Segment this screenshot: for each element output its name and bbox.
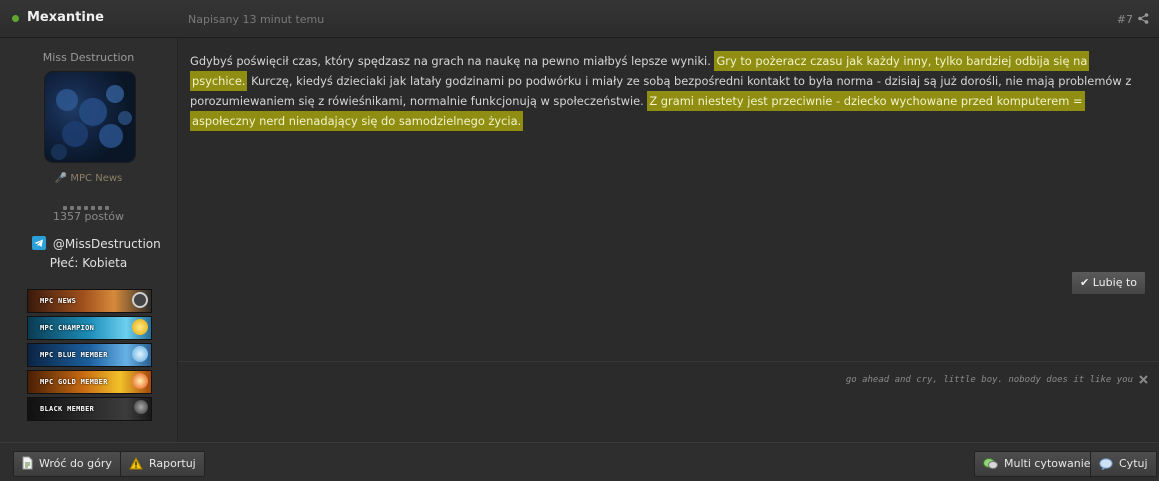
warning-icon xyxy=(129,457,143,470)
back-to-top-label: Wróć do góry xyxy=(39,457,112,470)
globe-icon xyxy=(132,346,148,362)
report-label: Raportuj xyxy=(149,457,196,470)
trophy-icon xyxy=(132,319,148,335)
gender-field: Płeć: Kobieta xyxy=(49,256,128,270)
badge-label: BLACK MEMBER xyxy=(40,405,95,413)
share-icon[interactable] xyxy=(1138,13,1149,24)
multiquote-icon xyxy=(983,458,998,469)
quote-label: Cytuj xyxy=(1119,457,1148,470)
forum-post: Mexantine Napisany 13 minut temu #7 Miss… xyxy=(0,0,1159,481)
telegram-contact[interactable]: @MissDestruction xyxy=(32,236,161,251)
author-name[interactable]: Mexantine xyxy=(27,10,104,25)
document-icon xyxy=(22,456,33,470)
gear-icon xyxy=(134,400,148,414)
badge-mpc-champion: MPC CHAMPION xyxy=(27,316,152,340)
report-button[interactable]: Raportuj xyxy=(120,451,205,477)
badge-label: MPC CHAMPION xyxy=(40,324,95,332)
multiquote-label: Multi cytowanie xyxy=(1004,457,1091,470)
quote-icon xyxy=(1099,458,1113,470)
star-icon xyxy=(132,373,148,389)
microphone-icon: 🎤 xyxy=(54,173,68,184)
close-signature-icon[interactable] xyxy=(1138,374,1149,385)
badge-emblem-icon xyxy=(132,292,148,308)
multiquote-button[interactable]: Multi cytowanie xyxy=(974,451,1100,477)
rank-title: Miss Destruction xyxy=(42,51,135,64)
badge-list: MPC NEWS MPC CHAMPION MPC BLUE MEMBER MP… xyxy=(27,289,152,424)
author-sidebar: Miss Destruction 🎤 MPC News 1357 postów xyxy=(0,38,178,442)
post-footer: Wróć do góry Raportuj Multi cytowanie Cy… xyxy=(0,442,1159,481)
telegram-icon xyxy=(32,236,46,250)
post-text: Gdybyś poświęcił czas, który spędzasz na… xyxy=(190,54,715,68)
post-timestamp[interactable]: Napisany 13 minut temu xyxy=(188,13,324,26)
badge-label: MPC GOLD MEMBER xyxy=(40,378,108,386)
badge-mpc-news: MPC NEWS xyxy=(27,289,152,313)
badge-mpc-blue-member: MPC BLUE MEMBER xyxy=(27,343,152,367)
back-to-top-button[interactable]: Wróć do góry xyxy=(13,451,121,477)
badge-label: MPC NEWS xyxy=(40,297,77,305)
quote-button[interactable]: Cytuj xyxy=(1090,451,1157,477)
post-content: Gdybyś poświęcił czas, który spędzasz na… xyxy=(178,38,1159,442)
telegram-handle[interactable]: @MissDestruction xyxy=(53,237,161,251)
like-button[interactable]: ✔ Lubię to xyxy=(1071,271,1146,295)
member-group-label: MPC News xyxy=(70,173,123,184)
signature-divider xyxy=(178,361,1159,362)
post-body: Gdybyś poświęcił czas, który spędzasz na… xyxy=(190,51,1140,131)
member-group: 🎤 MPC News xyxy=(0,173,177,184)
badge-label: MPC BLUE MEMBER xyxy=(40,351,108,359)
avatar-image xyxy=(51,85,132,160)
post-number[interactable]: #7 xyxy=(1117,13,1133,26)
badge-black-member: BLACK MEMBER xyxy=(27,397,152,421)
signature-text: go ahead and cry, little boy. nobody doe… xyxy=(845,375,1133,385)
badge-mpc-gold-member: MPC GOLD MEMBER xyxy=(27,370,152,394)
post-header: Mexantine Napisany 13 minut temu #7 xyxy=(0,0,1159,38)
online-indicator xyxy=(12,15,19,22)
post-count: 1357 postów xyxy=(53,210,124,223)
avatar[interactable] xyxy=(44,71,136,163)
